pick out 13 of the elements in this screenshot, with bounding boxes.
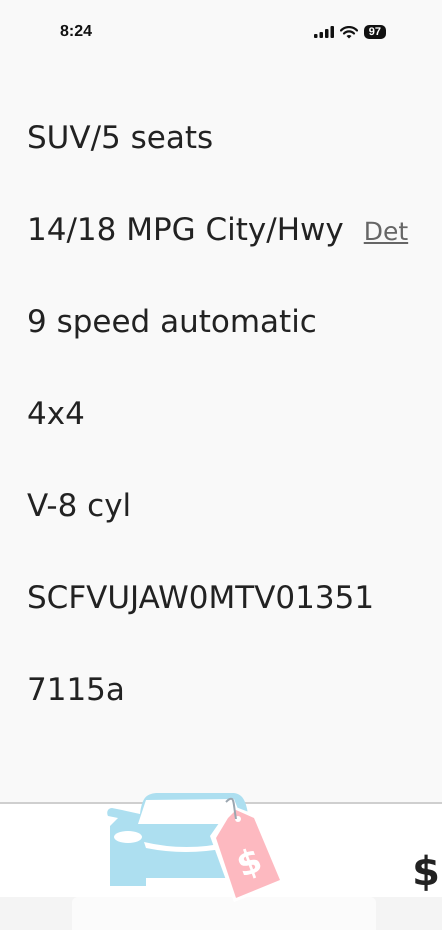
price-symbol: $	[412, 848, 440, 897]
spec-text: 7115a	[27, 671, 125, 710]
battery-level: 97	[364, 25, 386, 39]
wifi-icon	[340, 26, 358, 38]
spec-text: SUV/5 seats	[27, 119, 214, 158]
spec-text: 4x4	[27, 395, 85, 434]
spec-text: SCFVUJAW0MTV01351	[27, 579, 374, 618]
spec-text: V-8 cyl	[27, 487, 132, 526]
details-link[interactable]: Det	[364, 217, 408, 246]
status-time: 8:24	[60, 23, 92, 41]
signal-icon	[314, 26, 334, 38]
spec-text: 9 speed automatic	[27, 303, 317, 342]
spec-text: 14/18 MPG City/Hwy	[27, 211, 344, 250]
